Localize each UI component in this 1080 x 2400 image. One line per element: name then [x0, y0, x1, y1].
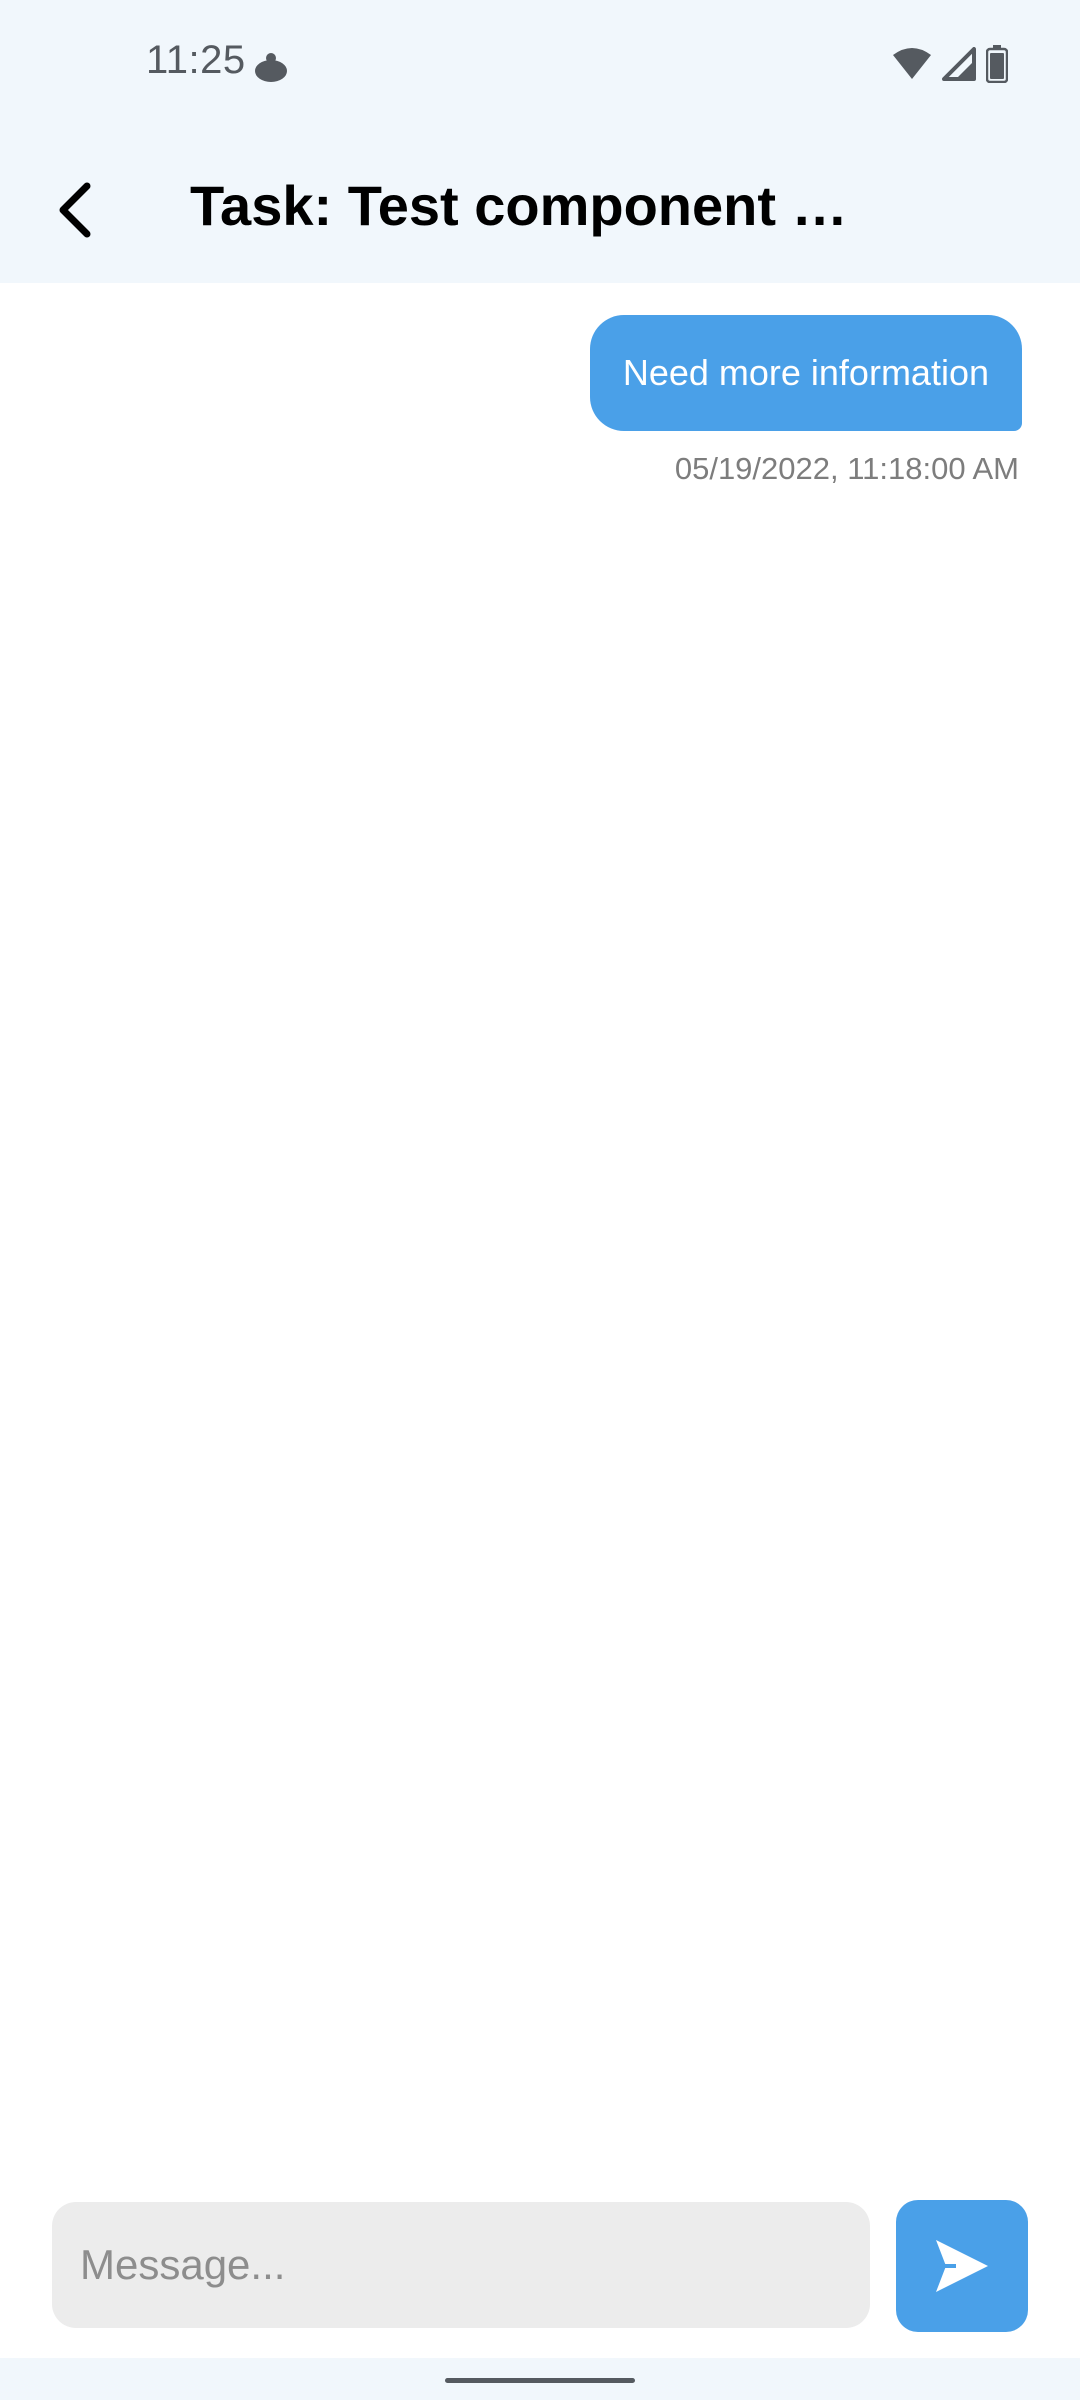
notification-app-icon — [252, 48, 290, 86]
app-header: Task: Test component … — [0, 135, 1080, 283]
status-icons — [892, 44, 1009, 88]
page-title: Task: Test component … — [190, 174, 848, 237]
message-composer — [0, 2190, 1080, 2350]
message-bubble[interactable]: Need more information — [589, 315, 1022, 431]
message-timestamp: 05/19/2022, 11:18:00 AM — [674, 451, 1019, 486]
send-icon — [936, 2240, 988, 2292]
send-button[interactable] — [896, 2200, 1028, 2332]
chevron-left-icon — [59, 182, 91, 238]
status-time: 11:25 — [146, 38, 246, 82]
message-list[interactable]: Need more information 05/19/2022, 11:18:… — [0, 283, 1080, 2183]
back-button[interactable] — [40, 175, 110, 245]
cellular-signal-icon — [942, 46, 976, 86]
system-nav-bar — [0, 2358, 1080, 2400]
wifi-icon — [892, 47, 932, 86]
battery-icon — [985, 44, 1009, 88]
home-indicator[interactable] — [445, 2378, 635, 2383]
message-input[interactable] — [52, 2202, 870, 2328]
status-bar: 11:25 — [0, 0, 1080, 135]
